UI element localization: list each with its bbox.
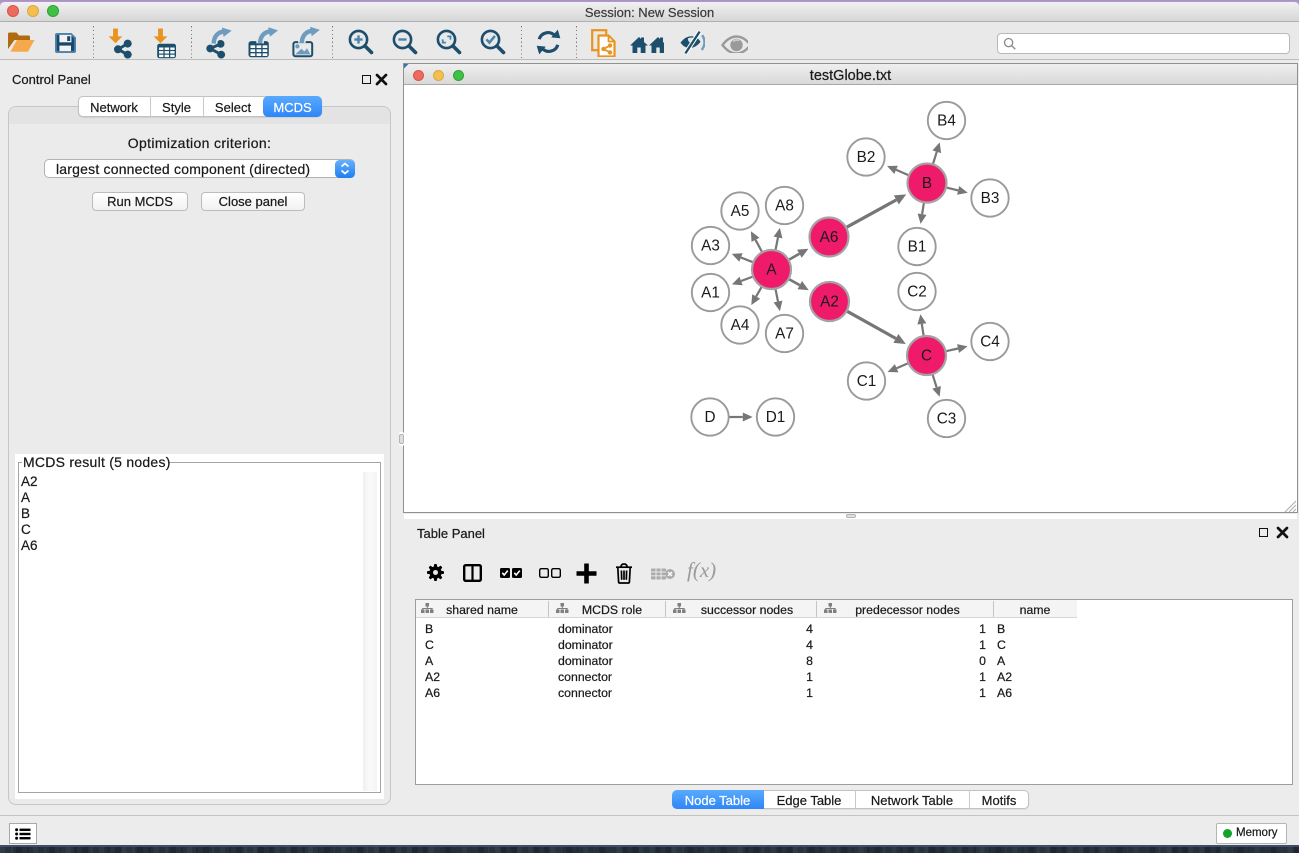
svg-text:A5: A5: [731, 203, 750, 220]
svg-text:A4: A4: [731, 317, 750, 334]
svg-text:C4: C4: [980, 334, 1000, 351]
svg-text:B2: B2: [857, 149, 876, 166]
svg-text:D1: D1: [766, 409, 786, 426]
svg-text:A1: A1: [701, 285, 720, 302]
svg-text:C2: C2: [907, 284, 927, 301]
svg-text:A7: A7: [775, 326, 794, 343]
svg-text:A3: A3: [701, 238, 720, 255]
svg-text:C3: C3: [937, 411, 957, 428]
svg-text:C: C: [921, 348, 932, 365]
svg-text:B3: B3: [981, 190, 1000, 207]
svg-text:B: B: [922, 175, 932, 192]
svg-text:A8: A8: [775, 198, 794, 215]
svg-text:A: A: [766, 262, 777, 279]
svg-text:C1: C1: [857, 373, 877, 390]
svg-text:B4: B4: [937, 113, 956, 130]
svg-text:B1: B1: [908, 239, 927, 256]
svg-text:A2: A2: [820, 294, 839, 311]
svg-text:D: D: [704, 409, 715, 426]
svg-text:A6: A6: [820, 229, 839, 246]
